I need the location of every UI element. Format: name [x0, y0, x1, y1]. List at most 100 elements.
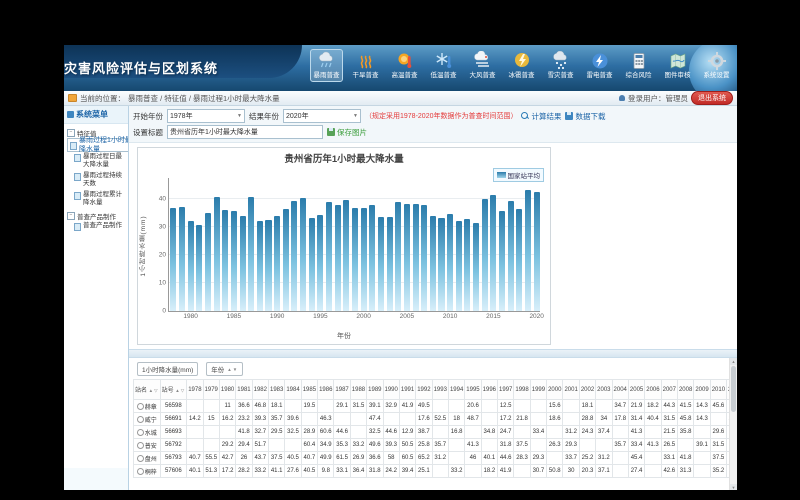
col-year-1983[interactable]: 1983 [268, 380, 284, 400]
bar-2005[interactable] [404, 204, 410, 311]
col-station-name[interactable]: 站名 ▲▽ [134, 380, 161, 400]
bar-1994[interactable] [309, 218, 315, 311]
radio-icon[interactable] [137, 416, 144, 423]
bar-2019[interactable] [525, 190, 531, 311]
chart-legend[interactable]: 国家站平均 [493, 168, 545, 182]
col-year-2006[interactable]: 2006 [645, 380, 661, 400]
bar-1998[interactable] [343, 200, 349, 311]
col-year-2005[interactable]: 2005 [628, 380, 644, 400]
module-6[interactable]: 冰雹普查 [505, 49, 538, 82]
table-row[interactable]: 水城5669341.832.729.532.528.960.644.632.54… [134, 426, 738, 439]
bar-2013[interactable] [473, 223, 479, 311]
bar-1980[interactable] [188, 221, 194, 311]
col-station-id[interactable]: 站号 ▲▽ [160, 380, 187, 400]
bar-2012[interactable] [464, 219, 470, 311]
table-row[interactable]: 赫章565981136.646.818.119.529.131.539.132.… [134, 400, 738, 413]
col-year-2002[interactable]: 2002 [579, 380, 595, 400]
col-year-1995[interactable]: 1995 [465, 380, 481, 400]
bar-1985[interactable] [231, 211, 237, 312]
bar-2010[interactable] [447, 214, 453, 311]
chart-title-input[interactable]: 贵州省历年1小时最大降水量 [167, 125, 323, 139]
radio-icon[interactable] [137, 429, 144, 436]
bar-1999[interactable] [352, 208, 358, 311]
module-9[interactable]: 综合风险 [622, 49, 655, 82]
scroll-down-icon[interactable]: ▼ [730, 484, 737, 490]
col-year-1987[interactable]: 1987 [334, 380, 350, 400]
col-year-1997[interactable]: 1997 [498, 380, 514, 400]
bar-1997[interactable] [335, 205, 341, 311]
col-year-1982[interactable]: 1982 [252, 380, 268, 400]
bar-2017[interactable] [508, 201, 514, 311]
sidebar-item[interactable]: 暴雨过程累计降水量 [67, 190, 127, 209]
module-11[interactable]: 系统设置 [700, 49, 733, 82]
col-year-1979[interactable]: 1979 [203, 380, 219, 400]
col-year-1980[interactable]: 1980 [219, 380, 235, 400]
start-year-select[interactable]: 1978年 ▼ [167, 109, 245, 123]
collapse-icon[interactable]: − [67, 212, 75, 220]
col-year-2003[interactable]: 2003 [596, 380, 612, 400]
col-year-2009[interactable]: 2009 [694, 380, 710, 400]
col-year-1993[interactable]: 1993 [432, 380, 448, 400]
collapse-icon[interactable]: − [67, 129, 75, 137]
radio-icon[interactable] [137, 442, 144, 449]
bar-1993[interactable] [300, 198, 306, 311]
module-10[interactable]: 图件审核 [661, 49, 694, 82]
bar-2020[interactable] [534, 192, 540, 311]
station-name[interactable]: 普安 [134, 439, 161, 452]
bar-2001[interactable] [369, 205, 375, 311]
module-8[interactable]: 雷电普查 [583, 49, 616, 82]
bar-1987[interactable] [248, 197, 254, 311]
logout-button[interactable]: 退出系统 [691, 91, 733, 105]
sort-filter-icons[interactable]: ▲▽ [175, 388, 185, 393]
bar-1984[interactable] [222, 210, 228, 311]
bar-1978[interactable] [170, 208, 176, 311]
col-year-1996[interactable]: 1996 [481, 380, 497, 400]
sidebar-item[interactable]: 普查产品制作 [67, 221, 127, 232]
bar-2015[interactable] [490, 195, 496, 311]
col-year-1999[interactable]: 1999 [530, 380, 546, 400]
table-row[interactable]: 普安5679229.229.451.760.434.935.333.249.63… [134, 439, 738, 452]
bar-1996[interactable] [326, 202, 332, 311]
bar-1991[interactable] [283, 209, 289, 311]
bar-1982[interactable] [205, 213, 211, 311]
col-year-2008[interactable]: 2008 [677, 380, 693, 400]
radio-icon[interactable] [137, 468, 144, 475]
module-5[interactable]: 大风普查 [466, 49, 499, 82]
col-year-2000[interactable]: 2000 [547, 380, 563, 400]
breadcrumb[interactable]: 暴雨普查 / 特征值 / 暴雨过程1小时最大降水量 [128, 93, 280, 104]
sidebar-item[interactable]: 暴雨过程持续天数 [67, 171, 127, 190]
bar-1986[interactable] [240, 216, 246, 311]
bar-2018[interactable] [516, 209, 522, 311]
bar-1989[interactable] [265, 220, 271, 311]
col-year-1992[interactable]: 1992 [416, 380, 432, 400]
module-2[interactable]: 干旱普查 [349, 49, 382, 82]
col-year-1988[interactable]: 1988 [350, 380, 366, 400]
bar-1988[interactable] [257, 221, 263, 311]
station-name[interactable]: 威宁 [134, 413, 161, 426]
bar-2002[interactable] [378, 217, 384, 311]
table-row[interactable]: 盘州5679340.755.542.72643.737.540.540.749.… [134, 452, 738, 465]
station-name[interactable]: 桐梓 [134, 465, 161, 478]
module-4[interactable]: 低温普查 [427, 49, 460, 82]
bar-2008[interactable] [430, 216, 436, 311]
end-year-select[interactable]: 2020年 ▼ [283, 109, 361, 123]
sidebar-item[interactable]: 暴雨过程1小时最大降水量 [67, 138, 129, 152]
col-year-1991[interactable]: 1991 [399, 380, 415, 400]
bar-1981[interactable] [196, 225, 202, 311]
save-image-button[interactable]: 保存图片 [327, 127, 367, 138]
bar-2003[interactable] [387, 217, 393, 311]
module-1[interactable]: 暴雨普查 [310, 49, 343, 82]
sidebar-item[interactable]: 暴雨过程日最大降水量 [67, 152, 127, 171]
col-year-1986[interactable]: 1986 [318, 380, 334, 400]
col-year-1989[interactable]: 1989 [367, 380, 383, 400]
col-year-1990[interactable]: 1990 [383, 380, 399, 400]
bar-2006[interactable] [413, 204, 419, 311]
bar-2009[interactable] [438, 218, 444, 311]
bar-2011[interactable] [456, 221, 462, 311]
bar-1995[interactable] [317, 215, 323, 311]
col-year-2001[interactable]: 2001 [563, 380, 579, 400]
calculate-button[interactable]: 计算结果 [521, 111, 561, 122]
station-name[interactable]: 赫章 [134, 400, 161, 413]
table-row[interactable]: 桐梓5760640.151.317.228.233.241.127.640.59… [134, 465, 738, 478]
tree-group-header[interactable]: −普查产品制作 [67, 211, 127, 221]
